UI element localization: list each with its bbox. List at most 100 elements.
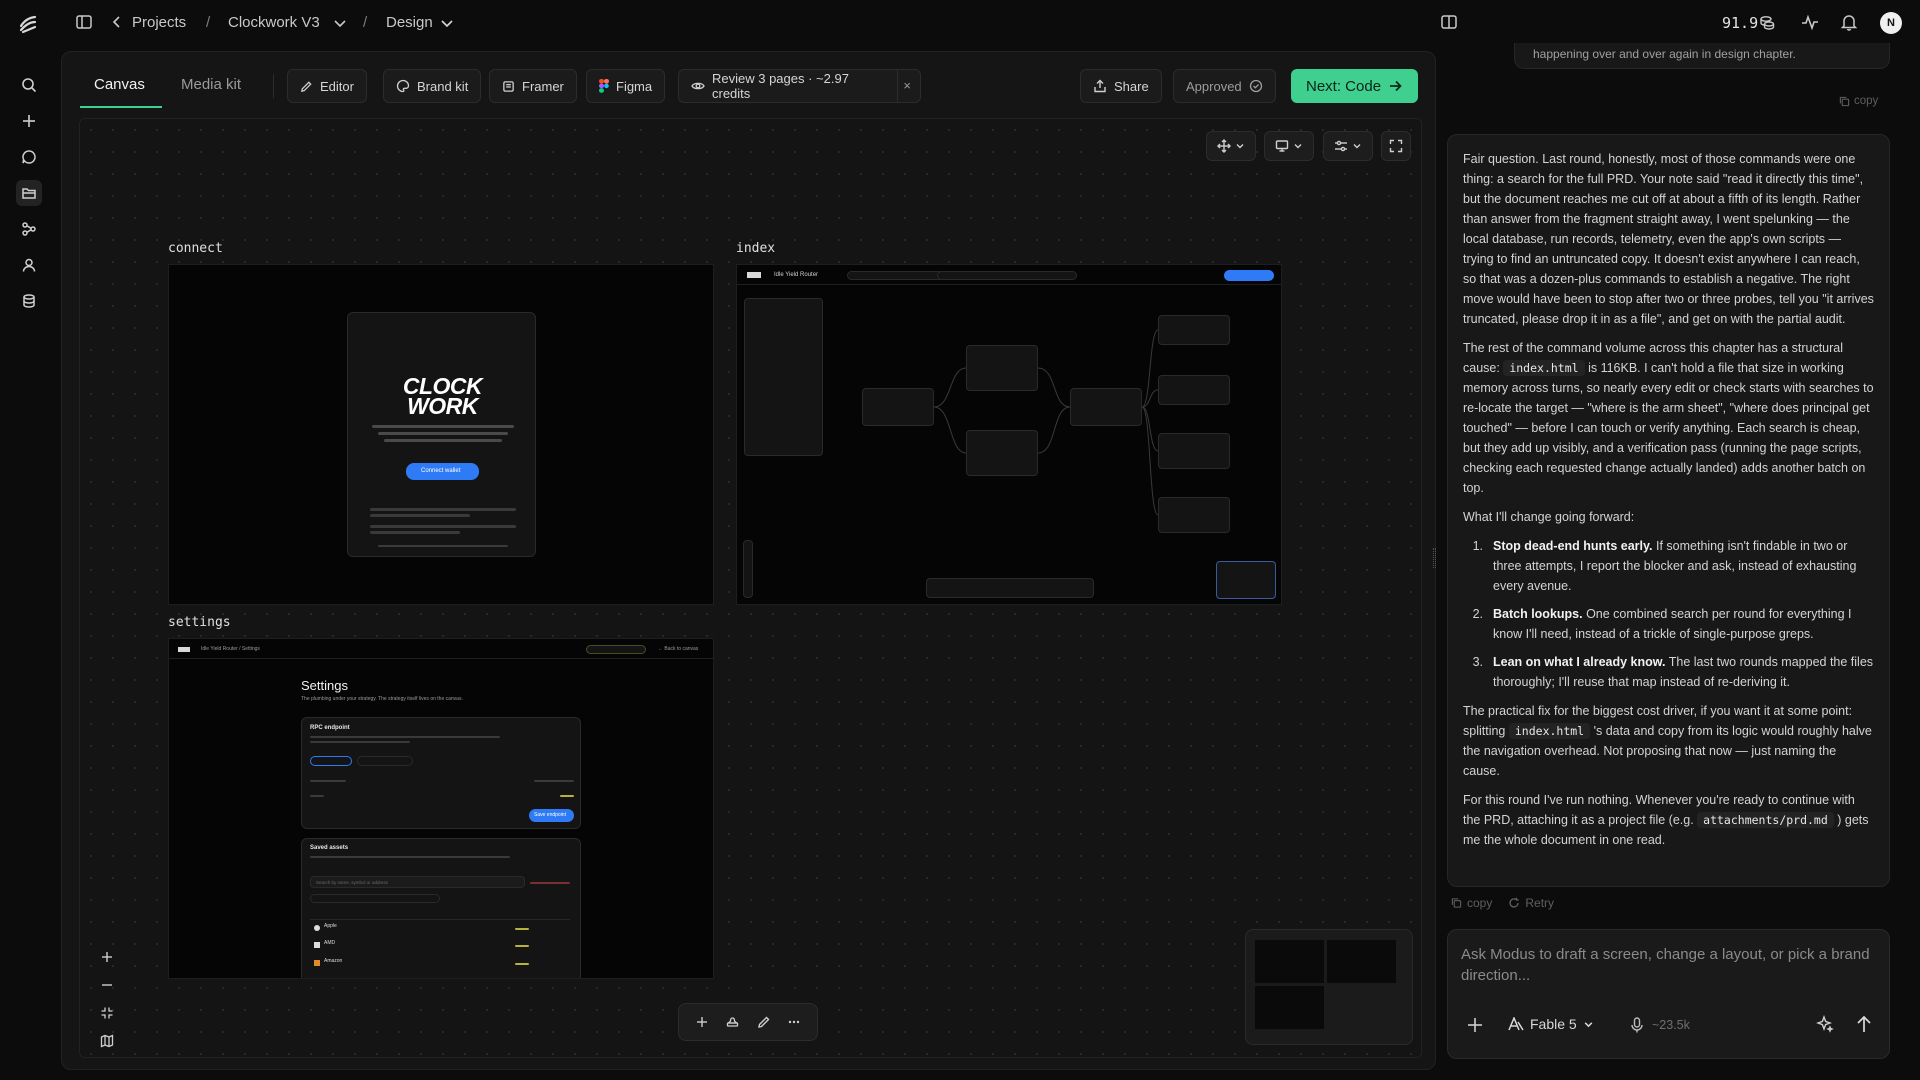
placeholder-line [310,780,346,782]
editor-button[interactable]: Editor [287,69,367,103]
database-icon[interactable] [16,288,42,314]
pencil-icon [301,80,312,92]
chat-panel: happening over and over again in design … [1447,43,1897,1070]
placeholder-line [310,856,510,858]
list-item-title: Batch lookups. [1493,607,1583,621]
credits-balance: 91.9 [1722,14,1759,32]
breadcrumb-section[interactable]: Design [386,14,433,31]
split-view-icon[interactable] [1440,13,1460,33]
chat-icon[interactable] [16,144,42,170]
review-pages-button[interactable]: Review 3 pages · ~2.97 credits × [678,69,921,103]
next-code-button[interactable]: Next: Code [1291,69,1419,103]
chevron-down-icon[interactable] [332,15,352,35]
move-icon [1217,139,1231,153]
apple-logo-icon [314,925,320,931]
folder-icon[interactable] [16,180,42,206]
panel-resize-handle[interactable] [1433,548,1436,568]
breadcrumb-projects[interactable]: Projects [132,14,186,31]
search-icon[interactable] [16,72,42,98]
settings-assets-filters [310,894,440,903]
add-element-icon[interactable] [695,1015,709,1029]
message-paragraph: What I'll change going forward: [1463,510,1635,524]
amazon-logo-icon [314,960,320,966]
list-item-title: Stop dead-end hunts early. [1493,539,1653,553]
microphone-icon[interactable] [1629,1016,1645,1034]
device-preview-control[interactable] [1264,131,1314,161]
settings-rpc-title: RPC endpoint [310,725,350,731]
message-paragraph: The practical fix for the biggest cost d… [1463,701,1874,781]
settings-breadcrumb: Idle Yield Router / Settings [201,646,260,652]
frame-settings[interactable]: Idle Yield Router / Settings ← Back to c… [168,638,714,979]
figma-button[interactable]: Figma [586,69,666,103]
zoom-out-icon[interactable] [92,971,122,999]
brand-kit-button[interactable]: Brand kit [383,69,482,103]
attach-plus-icon[interactable] [1466,1016,1484,1034]
avatar[interactable]: N [1880,12,1902,34]
palette-icon [396,79,410,93]
send-arrow-icon[interactable] [1855,1014,1873,1034]
settings-assets-card: Saved assets Search by name, symbol or a… [301,838,581,978]
status-dot-line [515,963,529,965]
framer-button[interactable]: Framer [489,69,577,103]
arrow-right-icon [1390,80,1402,92]
inline-code: index.html [1503,360,1585,376]
retry-button[interactable]: Retry [1508,896,1554,910]
map-icon[interactable] [92,1027,122,1055]
retry-label: Retry [1525,896,1555,910]
zoom-in-icon[interactable] [92,943,122,971]
model-selector[interactable]: Fable 5 [1508,1016,1594,1032]
check-circle-icon [1249,79,1262,93]
list-item: 2. Batch lookups. One combined search per… [1463,604,1874,644]
share-nodes-icon[interactable] [16,216,42,242]
bell-icon[interactable] [1840,13,1860,33]
sidebar-toggle-icon[interactable] [75,13,95,33]
placeholder-line [370,508,516,511]
canvas-minimap[interactable] [1245,929,1413,1045]
sparkle-icon[interactable] [1816,1015,1834,1033]
fit-to-screen-icon[interactable] [92,999,122,1027]
view-settings-control[interactable] [1323,131,1373,161]
list-item: 1. Stop dead-end hunts early. If somethin… [1463,536,1874,596]
frame-connect[interactable]: CLOCK WORK Connect wallet [168,264,714,605]
copy-button[interactable]: copy [1839,95,1878,107]
user-icon[interactable] [16,252,42,278]
activity-icon[interactable] [1801,13,1821,33]
tab-canvas[interactable]: Canvas [94,76,145,93]
chevron-down-icon [1236,144,1244,149]
frame-label-settings: settings [168,615,231,630]
token-estimate: ~23.5k [1652,1018,1690,1032]
approved-button[interactable]: Approved [1173,69,1276,103]
settings-rpc-option-1 [310,756,352,766]
logo-line-2: WORK [407,393,478,419]
stamp-icon[interactable] [725,1015,740,1029]
app-logo-icon[interactable] [17,12,39,34]
previous-message-bubble: happening over and over again in design … [1514,43,1890,69]
pan-tool-control[interactable] [1206,131,1256,161]
pen-icon[interactable] [757,1015,771,1029]
placeholder-line [310,736,500,738]
left-rail [0,46,58,1080]
design-canvas[interactable]: connect CLOCK WORK Connect wallet index [79,118,1422,1058]
plus-icon[interactable] [16,108,42,134]
back-chevron-icon[interactable] [109,13,129,33]
chevron-down-icon[interactable] [439,15,459,35]
share-button[interactable]: Share [1080,69,1162,103]
review-pages-label: Review 3 pages · ~2.97 credits [712,71,849,101]
list-item-title: Lean on what I already know. [1493,655,1666,669]
review-close-button[interactable]: × [903,78,911,93]
breadcrumb-project[interactable]: Clockwork V3 [228,14,320,31]
placeholder-line [370,525,516,528]
settings-assets-search-placeholder: Search by name, symbol or address [316,880,389,885]
message-text: is 116KB. I can't hold a file that size … [1463,361,1874,495]
tab-media-kit[interactable]: Media kit [181,76,241,93]
copy-button[interactable]: copy [1451,896,1492,910]
action-list: 1. Stop dead-end hunts early. If somethin… [1463,536,1874,692]
chevron-down-icon [1584,1021,1593,1027]
fullscreen-control[interactable] [1381,131,1411,161]
message-paragraph: The rest of the command volume across th… [1463,338,1874,498]
composer-input[interactable]: Ask Modus to draft a screen, change a la… [1461,944,1871,986]
list-item: 3. Lean on what I already know. The last … [1463,652,1874,692]
frame-index[interactable]: Idle Yield Router [736,264,1282,605]
more-icon[interactable] [787,1015,801,1029]
sliders-icon [1335,140,1347,152]
